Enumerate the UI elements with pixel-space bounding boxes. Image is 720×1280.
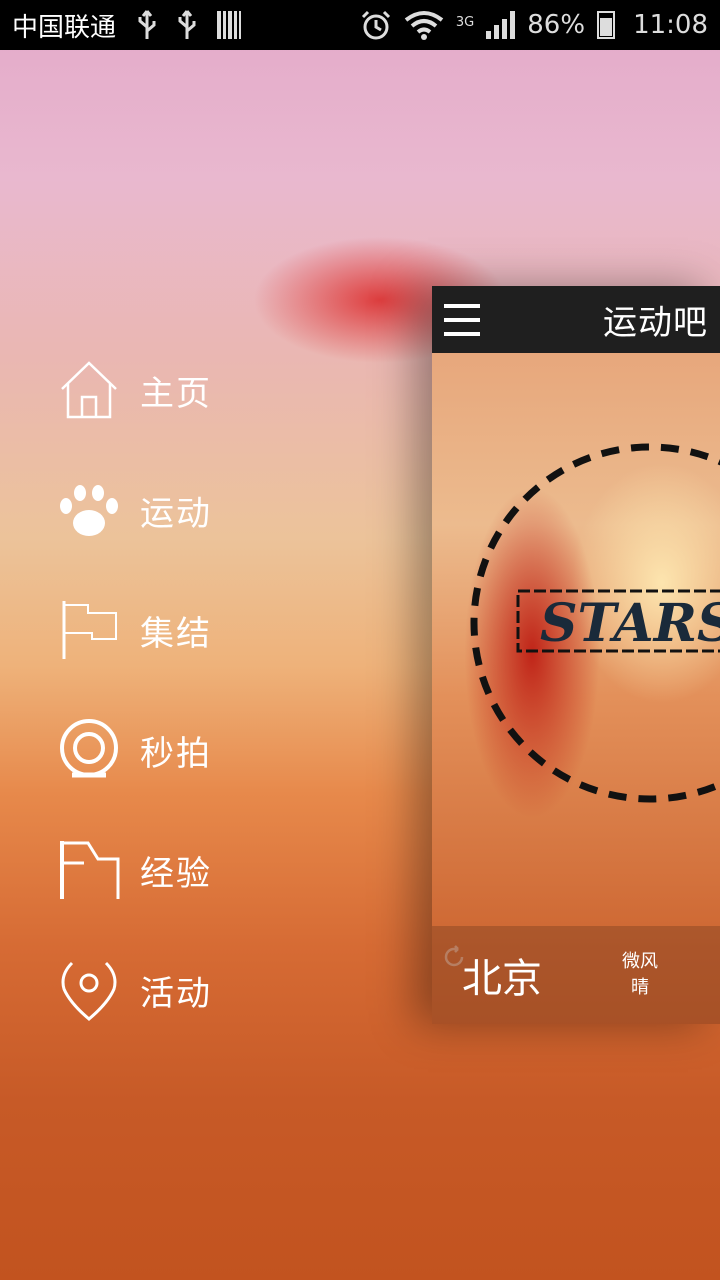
menu-item-sport[interactable]: 运动 — [58, 450, 212, 570]
location-pin-icon — [58, 959, 120, 1021]
city-name: 北京 — [462, 956, 542, 1002]
status-system-icons: 3G 86% 11:08 — [360, 9, 708, 41]
hero-image: STARS — [432, 353, 720, 967]
alarm-icon — [361, 10, 390, 40]
status-notification-icons — [136, 9, 242, 41]
experience-icon — [58, 839, 120, 901]
clock: 11:08 — [633, 10, 708, 40]
menu-item-label: 秒拍 — [140, 733, 212, 774]
usb-icon — [178, 10, 196, 39]
carrier-name: 中国联通 — [12, 12, 117, 43]
camera-icon — [58, 719, 120, 781]
side-menu: 主页 运动 集结 秒拍 经验 活动 — [58, 330, 212, 1050]
network-type: 3G — [455, 15, 475, 30]
menu-item-label: 主页 — [140, 373, 212, 414]
weather-bar: 北京 微风 晴 — [432, 926, 720, 1024]
battery-icon — [597, 11, 616, 39]
flag-icon — [58, 599, 120, 661]
menu-item-label: 活动 — [140, 973, 212, 1014]
menu-item-label: 运动 — [140, 493, 212, 534]
page-title: 运动吧 — [603, 303, 708, 343]
menu-item-activity[interactable]: 活动 — [58, 930, 212, 1050]
menu-item-home[interactable]: 主页 — [58, 330, 212, 450]
badge-text: STARS — [540, 593, 720, 654]
weather-info: 微风 晴 — [622, 949, 658, 1001]
stars-badge[interactable]: STARS — [432, 353, 720, 926]
menu-item-gather[interactable]: 集结 — [58, 570, 212, 690]
condition-text: 晴 — [631, 977, 649, 998]
home-icon — [58, 359, 120, 421]
main-content-panel[interactable]: 运动吧 STARS 北京 微风 晴 — [432, 286, 720, 1024]
battery-percent: 86% — [527, 10, 586, 40]
wind-text: 微风 — [622, 951, 658, 972]
hamburger-menu-icon[interactable] — [444, 302, 480, 338]
menu-item-video[interactable]: 秒拍 — [58, 690, 212, 810]
wifi-icon — [404, 11, 444, 40]
barcode-icon — [217, 11, 242, 39]
menu-item-label: 经验 — [140, 853, 212, 894]
panel-header: 运动吧 — [432, 286, 720, 353]
signal-strength-icon — [486, 11, 516, 39]
status-bar: 中国联通 3G 86% 11:08 — [0, 0, 720, 50]
menu-item-label: 集结 — [140, 613, 212, 654]
paw-icon — [58, 479, 120, 541]
menu-item-experience[interactable]: 经验 — [58, 810, 212, 930]
usb-icon — [138, 10, 156, 39]
